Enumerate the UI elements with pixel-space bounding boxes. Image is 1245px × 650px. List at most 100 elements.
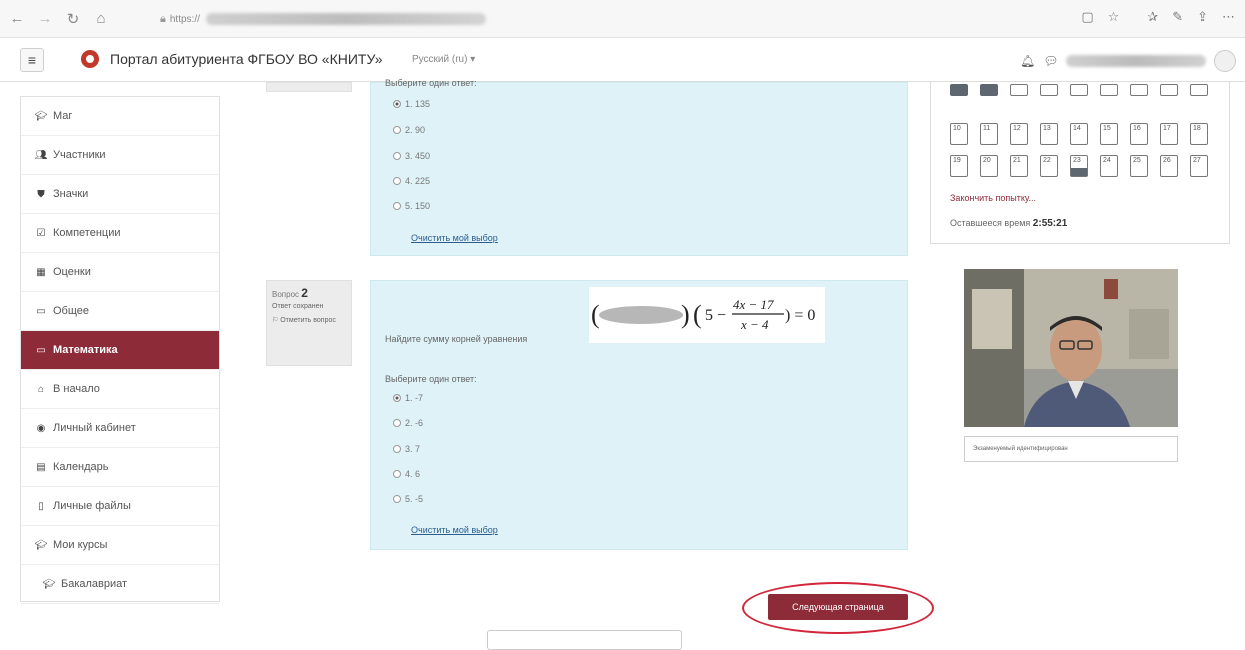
language-selector[interactable]: Русский (ru) ▾ bbox=[412, 54, 475, 65]
avatar[interactable] bbox=[1214, 50, 1237, 72]
quiz-nav-cell[interactable] bbox=[1160, 84, 1178, 96]
more-icon[interactable]: ⋯ bbox=[1222, 9, 1235, 25]
webcam-image bbox=[964, 269, 1178, 427]
quiz-nav-cell[interactable]: 13 bbox=[1040, 123, 1058, 145]
sidebar-item-label: В начало bbox=[53, 383, 100, 395]
radio-button[interactable] bbox=[393, 470, 401, 478]
sidebar-item-participants[interactable]: 👥︎ Участники bbox=[21, 136, 219, 175]
pen-icon[interactable]: ✎ bbox=[1172, 9, 1183, 25]
quiz-nav-cell-label: 11 bbox=[983, 125, 991, 132]
checkbox-icon: ☑ bbox=[36, 227, 46, 239]
quiz-nav-cell[interactable]: 11 bbox=[980, 123, 998, 145]
users-icon: 👥︎ bbox=[34, 149, 48, 161]
back-icon[interactable]: ← bbox=[6, 8, 28, 30]
refresh-icon[interactable]: ↻ bbox=[62, 8, 84, 30]
question-1-clear-choice[interactable]: Очистить мой выбор bbox=[411, 233, 498, 243]
quiz-nav-cell[interactable]: 16 bbox=[1130, 123, 1148, 145]
menu-toggle-icon[interactable]: ≡ bbox=[20, 48, 44, 72]
radio-button[interactable] bbox=[393, 445, 401, 453]
quiz-nav-cell[interactable]: 17 bbox=[1160, 123, 1178, 145]
quiz-nav-cell[interactable] bbox=[1070, 84, 1088, 96]
current-question-marker bbox=[1071, 168, 1087, 176]
quiz-nav-cell[interactable]: 12 bbox=[1010, 123, 1028, 145]
forward-icon[interactable]: → bbox=[34, 8, 56, 30]
quiz-nav-cell[interactable] bbox=[1040, 84, 1058, 96]
radio-button[interactable] bbox=[393, 152, 401, 160]
address-bar[interactable]: 🔒︎ https:// bbox=[160, 8, 500, 30]
quiz-nav-cell[interactable] bbox=[1010, 84, 1028, 96]
favorite-star-icon[interactable]: ☆ bbox=[1108, 9, 1120, 25]
sidebar-item-label: Оценки bbox=[53, 266, 91, 278]
sidebar-item-calendar[interactable]: ▤ Календарь bbox=[21, 448, 219, 487]
quiz-nav-cell[interactable] bbox=[1130, 84, 1148, 96]
site-title[interactable]: Портал абитуриента ФГБОУ ВО «КНИТУ» bbox=[110, 51, 383, 67]
quiz-nav-cell[interactable]: 18 bbox=[1190, 123, 1208, 145]
quiz-nav-cell[interactable]: 21 bbox=[1010, 155, 1028, 177]
question-1-option-2[interactable]: 2. 90 bbox=[393, 125, 425, 135]
quiz-nav-cell[interactable] bbox=[1190, 84, 1208, 96]
quiz-nav-cell-label: 14 bbox=[1073, 125, 1081, 132]
sidebar-item-dashboard[interactable]: ◉ Личный кабинет bbox=[21, 409, 219, 448]
sidebar-item-grades[interactable]: ▦ Оценки bbox=[21, 253, 219, 292]
quiz-nav-cell[interactable]: 22 bbox=[1040, 155, 1058, 177]
messages-icon[interactable]: 💬︎ bbox=[1043, 54, 1058, 68]
quiz-nav-cell[interactable]: 27 bbox=[1190, 155, 1208, 177]
question-1-option-5[interactable]: 5. 150 bbox=[393, 201, 430, 211]
quiz-nav-cell[interactable]: 20 bbox=[980, 155, 998, 177]
radio-button[interactable] bbox=[393, 126, 401, 134]
quiz-nav-cell[interactable] bbox=[950, 84, 968, 96]
quiz-nav-cell[interactable]: 25 bbox=[1130, 155, 1148, 177]
graduation-cap-icon: 🎓︎ bbox=[34, 110, 48, 122]
proctoring-status: Экзаменуемый идентифицирован bbox=[964, 436, 1178, 462]
quiz-nav-cell[interactable] bbox=[980, 84, 998, 96]
finish-attempt-link[interactable]: Закончить попытку... bbox=[950, 193, 1036, 203]
flag-question-link[interactable]: ⚐ Отметить вопрос bbox=[272, 316, 346, 326]
option-label: 1. -7 bbox=[405, 393, 424, 403]
sidebar-item-competencies[interactable]: ☑ Компетенции bbox=[21, 214, 219, 253]
formula-denominator: x − 4 bbox=[740, 317, 769, 332]
radio-button[interactable] bbox=[393, 495, 401, 503]
sidebar-item-math[interactable]: ▭ Математика bbox=[21, 331, 219, 370]
quiz-nav-cell[interactable]: 14 bbox=[1070, 123, 1088, 145]
home-icon[interactable]: ⌂ bbox=[90, 8, 112, 30]
sidebar-item-home[interactable]: ⌂ В начало bbox=[21, 370, 219, 409]
question-2-option-3[interactable]: 3. 7 bbox=[393, 444, 420, 454]
share-icon[interactable]: ⇪ bbox=[1197, 9, 1208, 25]
question-1-option-3[interactable]: 3. 450 bbox=[393, 151, 430, 161]
sidebar-item-files[interactable]: ▯ Личные файлы bbox=[21, 487, 219, 526]
sidebar-item-bachelor[interactable]: 🎓︎ Бакалавриат bbox=[21, 565, 219, 604]
radio-button[interactable] bbox=[393, 394, 401, 402]
sidebar-item-my-courses[interactable]: 🎓︎ Мои курсы bbox=[21, 526, 219, 565]
favorites-icon[interactable]: ✰ bbox=[1147, 9, 1158, 25]
question-2-option-2[interactable]: 2. -6 bbox=[393, 418, 423, 428]
question-1-option-1[interactable]: 1. 135 bbox=[393, 99, 430, 109]
question-2-option-1[interactable]: 1. -7 bbox=[393, 393, 423, 403]
question-2-option-4[interactable]: 4. 6 bbox=[393, 469, 420, 479]
radio-button[interactable] bbox=[393, 100, 401, 108]
sidebar-item-general[interactable]: ▭ Общее bbox=[21, 292, 219, 331]
question-2-info: Вопрос 2 Ответ сохранен ⚐ Отметить вопро… bbox=[266, 280, 352, 366]
dashboard-icon: ◉ bbox=[36, 422, 46, 434]
option-label: 5. -5 bbox=[405, 494, 424, 504]
sidebar-item-badges[interactable]: ⛊ Значки bbox=[21, 175, 219, 214]
sidebar-item-mag[interactable]: 🎓︎ Маг bbox=[21, 97, 219, 136]
user-name-blurred[interactable] bbox=[1066, 55, 1207, 67]
reading-view-icon[interactable]: ▢ bbox=[1081, 9, 1093, 25]
notifications-icon[interactable]: 🔔︎ bbox=[1020, 54, 1035, 68]
brand-logo[interactable] bbox=[81, 50, 99, 68]
radio-button[interactable] bbox=[393, 419, 401, 427]
radio-button[interactable] bbox=[393, 177, 401, 185]
quiz-nav-cell[interactable]: 23 bbox=[1070, 155, 1088, 177]
jump-to-select[interactable] bbox=[487, 630, 682, 650]
question-2-option-5[interactable]: 5. -5 bbox=[393, 494, 423, 504]
quiz-nav-cell-label: 18 bbox=[1193, 125, 1201, 132]
quiz-nav-cell[interactable]: 26 bbox=[1160, 155, 1178, 177]
quiz-nav-cell[interactable]: 19 bbox=[950, 155, 968, 177]
quiz-nav-cell[interactable]: 15 bbox=[1100, 123, 1118, 145]
question-1-option-4[interactable]: 4. 225 bbox=[393, 176, 430, 186]
radio-button[interactable] bbox=[393, 202, 401, 210]
question-2-clear-choice[interactable]: Очистить мой выбор bbox=[411, 525, 498, 535]
quiz-nav-cell[interactable]: 24 bbox=[1100, 155, 1118, 177]
quiz-nav-cell[interactable]: 10 bbox=[950, 123, 968, 145]
quiz-nav-cell[interactable] bbox=[1100, 84, 1118, 96]
